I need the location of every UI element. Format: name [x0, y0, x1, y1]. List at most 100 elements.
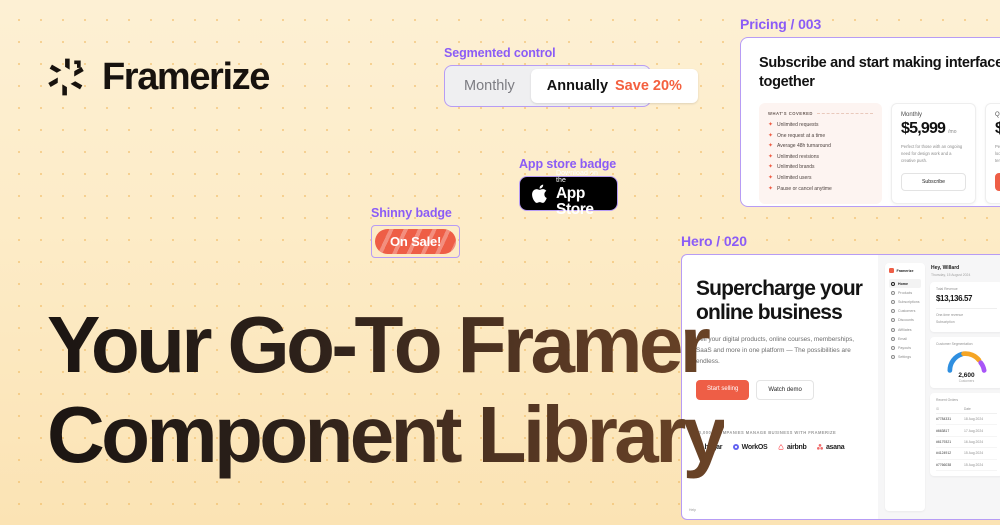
order-id: #7766038 [936, 462, 952, 467]
orders-col-id: ID [936, 407, 940, 411]
hero-title-line-1: Supercharge your [696, 277, 863, 300]
table-row[interactable]: #7766038 15 Aug 2024 [936, 460, 997, 471]
framerize-star-icon [48, 58, 84, 96]
order-date: 18 Aug 2024 [964, 417, 984, 422]
segmented-control-component: Segmented control Monthly Annually Save … [444, 46, 698, 107]
dashboard-greeting: Hey, Willard [931, 265, 960, 271]
page-canvas: Framerize Segmented control Monthly Annu… [0, 0, 1000, 525]
segmented-control-label: Segmented control [444, 46, 556, 60]
order-date: 15 Aug 2024 [964, 451, 984, 456]
hero-frame-label: Hero / 020 [681, 233, 747, 249]
pricing-feature-item: ✦ Unlimited revisions [768, 154, 873, 160]
headline-line-2: Component Library [47, 389, 724, 479]
plan-price-period: /mo [948, 129, 957, 136]
watch-demo-button[interactable]: Watch demo [756, 379, 814, 400]
dashboard-nav-email[interactable]: Email [889, 334, 921, 343]
plan-description: Perfect for those with an ongoing need f… [901, 144, 963, 163]
plan-price: $5,999 /mo [901, 121, 966, 137]
logo-label: WorkOS [741, 443, 768, 451]
dashboard-greeting-block: Hey, Willard Thursday, 15 August 2024 [930, 263, 1000, 277]
dashboard-nav-payouts[interactable]: Payouts [889, 343, 921, 352]
plan-name: Monthly [901, 112, 923, 119]
dashboard-help-button[interactable]: Help [689, 508, 696, 512]
pricing-frame-label: Pricing / 003 [740, 16, 822, 32]
dashboard-nav-discounts[interactable]: Discounts [889, 316, 921, 325]
products-icon [891, 290, 895, 295]
pricing-feature-label: Pause or cancel anytime [777, 185, 832, 192]
table-row[interactable]: #663817 17 Aug 2024 [936, 425, 997, 437]
on-sale-badge-text: On Sale! [390, 234, 442, 249]
gauge-chart-icon [947, 351, 986, 373]
dashboard-nav-subscriptions[interactable]: Subscriptions [889, 297, 921, 306]
table-row[interactable]: #4124912 15 Aug 2024 [936, 448, 997, 460]
divider [816, 113, 873, 115]
segment-annually[interactable]: Annually Save 20% [530, 69, 698, 103]
pricing-card: Subscribe and start making interfaces to… [740, 37, 1000, 207]
plan-price-value: $5,499 [995, 121, 1000, 137]
dashboard-nav-customers[interactable]: Customers [889, 307, 921, 316]
dashboard-main: Hey, Willard Thursday, 15 August 2024 To… [930, 263, 1000, 511]
star-icon: ✦ [768, 143, 774, 150]
pricing-feature-item: ✦ One request at a time [768, 133, 873, 139]
asana-icon [817, 444, 824, 450]
gauge-caption: Customers [958, 379, 975, 383]
plan-subscribe-button[interactable]: Subscribe [901, 173, 966, 192]
gauge-value: 2,600 [958, 372, 975, 379]
hero-component: Hero / 020 Supercharge your online busin… [681, 233, 1000, 520]
pricing-features-panel: WHAT'S COVERED ✦ Unlimited requests ✦ On… [759, 103, 882, 205]
app-store-badge[interactable]: Download on the App Store [519, 170, 618, 217]
pricing-feature-label: Unlimited revisions [777, 153, 819, 160]
segment-monthly[interactable]: Monthly [448, 69, 531, 103]
nav-label: Home [898, 281, 908, 286]
customers-icon [891, 309, 895, 314]
dashboard-nav-products[interactable]: Products [889, 288, 921, 297]
dashboard-segmentation-card: Customer Segmentation 2,600 Customers [930, 337, 1000, 388]
star-icon: ✦ [768, 164, 774, 171]
pricing-feature-item: ✦ Pause or cancel anytime [768, 186, 873, 192]
orders-table-header: ID Date [936, 405, 997, 414]
nav-label: Products [898, 290, 913, 295]
order-id: #663817 [936, 428, 950, 433]
segmented-control[interactable]: Monthly Annually Save 20% [444, 65, 698, 107]
revenue-secondary-value: Subscription [936, 320, 955, 324]
segment-annually-label: Annually [546, 78, 609, 94]
plan-subscribe-button[interactable]: Subscribe [995, 173, 1000, 192]
brand-logo[interactable]: Framerize [44, 55, 270, 99]
nav-label: Settings [898, 355, 911, 360]
divider [936, 308, 997, 309]
pricing-feature-item: ✦ Average 48h turnaround [768, 143, 873, 149]
on-sale-badge[interactable]: On Sale! [375, 229, 457, 254]
nav-label: Email [898, 336, 907, 341]
pricing-feature-label: Unlimited users [777, 175, 812, 182]
app-store-badge-text: Download on the App Store [556, 170, 607, 217]
dashboard-nav-affiliates[interactable]: Affiliates [889, 325, 921, 334]
logo-airbnb: airbnb [778, 444, 807, 451]
pricing-features-heading-text: WHAT'S COVERED [768, 111, 813, 117]
pricing-feature-label: Unlimited brands [777, 164, 815, 171]
dashboard-nav-settings[interactable]: Settings [889, 353, 921, 362]
brand-name: Framerize [102, 55, 270, 98]
nav-label: Discounts [898, 318, 914, 323]
star-icon: ✦ [768, 122, 774, 129]
revenue-secondary-label: One-time revenue [936, 313, 964, 317]
dashboard-nav-home[interactable]: Home [889, 279, 921, 289]
payouts-icon [891, 345, 895, 350]
plan-price: $5,499 /mo [995, 121, 1000, 137]
table-row[interactable]: #7784331 18 Aug 2024 [936, 414, 997, 426]
app-store-badge-label: App store badge [519, 157, 617, 171]
table-row[interactable]: #6179321 16 Aug 2024 [936, 437, 997, 449]
pricing-feature-item: ✦ Unlimited requests [768, 122, 873, 128]
pricing-feature-label: Unlimited requests [777, 122, 819, 129]
workos-icon [733, 444, 740, 451]
logo-asana: asana [817, 444, 845, 451]
orders-col-date: Date [964, 407, 971, 411]
plan-name: Quarterly [995, 112, 1000, 119]
app-store-top-text: Download on the [556, 170, 598, 184]
pricing-body: WHAT'S COVERED ✦ Unlimited requests ✦ On… [759, 103, 1000, 205]
gear-icon [891, 355, 895, 360]
shinny-badge-frame: On Sale! [371, 225, 461, 258]
nav-label: Payouts [898, 345, 911, 350]
shinny-badge-component: Shinny badge On Sale! [371, 206, 461, 259]
hero-dashboard-mockup: Framerize Home Products Subscriptions Cu… [689, 255, 1000, 519]
order-date: 15 Aug 2024 [964, 462, 984, 467]
